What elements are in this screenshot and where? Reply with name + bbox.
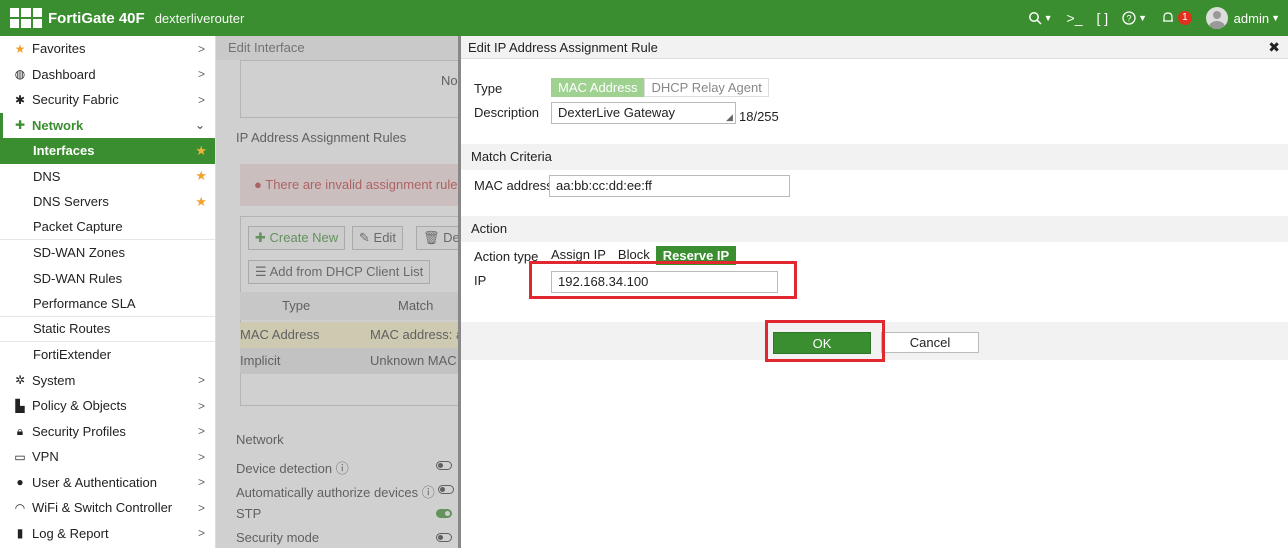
dashboard-icon: ◍ bbox=[14, 67, 26, 82]
avatar bbox=[1205, 7, 1228, 29]
sidebar-item-wifi-switch[interactable]: ◠ WiFi & Switch Controller > bbox=[0, 495, 215, 521]
fortinet-logo-icon bbox=[10, 8, 42, 28]
sidebar-item-sdwan-rules[interactable]: SD-WAN Rules bbox=[0, 266, 215, 292]
sidebar-item-security-profiles[interactable]: 🔒︎ Security Profiles > bbox=[0, 419, 215, 445]
sidebar-item-static-routes[interactable]: Static Routes bbox=[0, 317, 215, 342]
sidebar-item-dns-servers[interactable]: DNS Servers ★ bbox=[0, 189, 215, 215]
sidebar-item-user-authentication[interactable]: ● User & Authentication > bbox=[0, 470, 215, 496]
chevron-right-icon: > bbox=[197, 475, 205, 490]
sidebar-item-log-report[interactable]: ▮ Log & Report > bbox=[0, 521, 215, 547]
sidebar-item-dns[interactable]: DNS ★ bbox=[0, 164, 215, 190]
sidebar-item-security-fabric[interactable]: ✱ Security Fabric > bbox=[0, 87, 215, 113]
top-bar: FortiGate 40F dexterliverouter ▼ >_ [ ] … bbox=[0, 0, 1288, 36]
sidebar-item-system[interactable]: ✲ System > bbox=[0, 368, 215, 394]
svg-text:?: ? bbox=[1127, 14, 1132, 24]
wifi-icon: ◠ bbox=[14, 500, 26, 515]
chevron-right-icon: > bbox=[197, 373, 205, 388]
highlight-box-ok bbox=[765, 320, 885, 362]
description-counter: 18/255 bbox=[739, 109, 779, 124]
bell-icon[interactable]: 1 bbox=[1161, 11, 1192, 25]
chevron-right-icon: > bbox=[197, 500, 205, 515]
mac-address-field[interactable]: aa:bb:cc:dd:ee:ff bbox=[549, 175, 790, 197]
search-icon[interactable]: ▼ bbox=[1028, 11, 1053, 25]
close-icon[interactable]: ✖ bbox=[1268, 39, 1280, 56]
ip-label: IP bbox=[474, 273, 487, 288]
username: admin bbox=[1233, 10, 1270, 26]
description-field[interactable]: DexterLive Gateway bbox=[551, 102, 736, 124]
star-icon: ★ bbox=[14, 41, 26, 56]
policy-icon: ▙ bbox=[15, 398, 25, 413]
user-menu[interactable]: admin ▼ bbox=[1205, 7, 1280, 29]
terminal-icon[interactable]: >_ bbox=[1067, 10, 1083, 26]
chevron-right-icon: > bbox=[197, 67, 205, 82]
lock-icon: 🔒︎ bbox=[16, 423, 24, 438]
sidebar-item-policy-objects[interactable]: ▙ Policy & Objects > bbox=[0, 393, 215, 419]
chevron-right-icon: > bbox=[197, 449, 205, 464]
type-selector: MAC Address DHCP Relay Agent bbox=[551, 78, 769, 97]
type-option-dhcp-relay[interactable]: DHCP Relay Agent bbox=[644, 78, 769, 97]
modal-overlay bbox=[216, 36, 458, 548]
sidebar-item-dashboard[interactable]: ◍ Dashboard > bbox=[0, 62, 215, 88]
sidebar: ★ Favorites > ◍ Dashboard > ✱ Security Fabric… bbox=[0, 36, 216, 548]
type-label: Type bbox=[474, 81, 503, 96]
chevron-right-icon: > bbox=[197, 398, 205, 413]
star-icon[interactable]: ★ bbox=[195, 168, 207, 184]
star-icon[interactable]: ★ bbox=[195, 194, 207, 210]
sidebar-item-performance-sla[interactable]: Performance SLA bbox=[0, 291, 215, 317]
description-label: Description bbox=[474, 105, 540, 120]
sidebar-item-interfaces[interactable]: Interfaces ★ bbox=[0, 138, 215, 164]
laptop-icon: ▭ bbox=[14, 449, 26, 464]
cancel-button[interactable]: Cancel bbox=[881, 332, 979, 353]
user-icon: ● bbox=[16, 475, 24, 490]
help-icon[interactable]: ? ▼ bbox=[1122, 11, 1147, 25]
match-criteria-header: Match Criteria bbox=[461, 144, 1288, 170]
fullscreen-icon[interactable]: [ ] bbox=[1097, 10, 1109, 26]
sidebar-item-fortiextender[interactable]: FortiExtender bbox=[0, 342, 215, 368]
action-header: Action bbox=[461, 216, 1288, 242]
mac-address-label: MAC address bbox=[474, 178, 553, 193]
chevron-right-icon: > bbox=[197, 41, 205, 56]
sidebar-item-favorites[interactable]: ★ Favorites > bbox=[0, 36, 215, 62]
highlight-box-ip bbox=[529, 261, 797, 299]
sidebar-item-network[interactable]: ✚ Network ⌄ bbox=[0, 112, 215, 138]
edit-rule-dialog: Edit IP Address Assignment Rule ✖ Type M… bbox=[458, 36, 1288, 548]
chevron-right-icon: > bbox=[197, 526, 205, 541]
star-icon[interactable]: ★ bbox=[195, 143, 207, 159]
hostname: dexterliverouter bbox=[154, 10, 245, 26]
dialog-title: Edit IP Address Assignment Rule bbox=[461, 36, 1288, 59]
network-icon: ✚ bbox=[14, 118, 26, 133]
sidebar-item-vpn[interactable]: ▭ VPN > bbox=[0, 444, 215, 470]
resize-handle-icon[interactable]: ◢ bbox=[726, 112, 733, 123]
chevron-right-icon: > bbox=[197, 424, 205, 439]
alert-badge: 1 bbox=[1178, 11, 1192, 25]
product-name: FortiGate 40F bbox=[48, 9, 145, 27]
chevron-right-icon: > bbox=[197, 92, 205, 107]
sidebar-item-packet-capture[interactable]: Packet Capture bbox=[0, 215, 215, 240]
fabric-icon: ✱ bbox=[14, 92, 26, 107]
gear-icon: ✲ bbox=[14, 373, 26, 388]
sidebar-item-sdwan-zones[interactable]: SD-WAN Zones bbox=[0, 240, 215, 266]
chevron-down-icon: ⌄ bbox=[194, 118, 205, 133]
chart-icon: ▮ bbox=[16, 526, 24, 541]
type-option-mac[interactable]: MAC Address bbox=[551, 78, 645, 97]
